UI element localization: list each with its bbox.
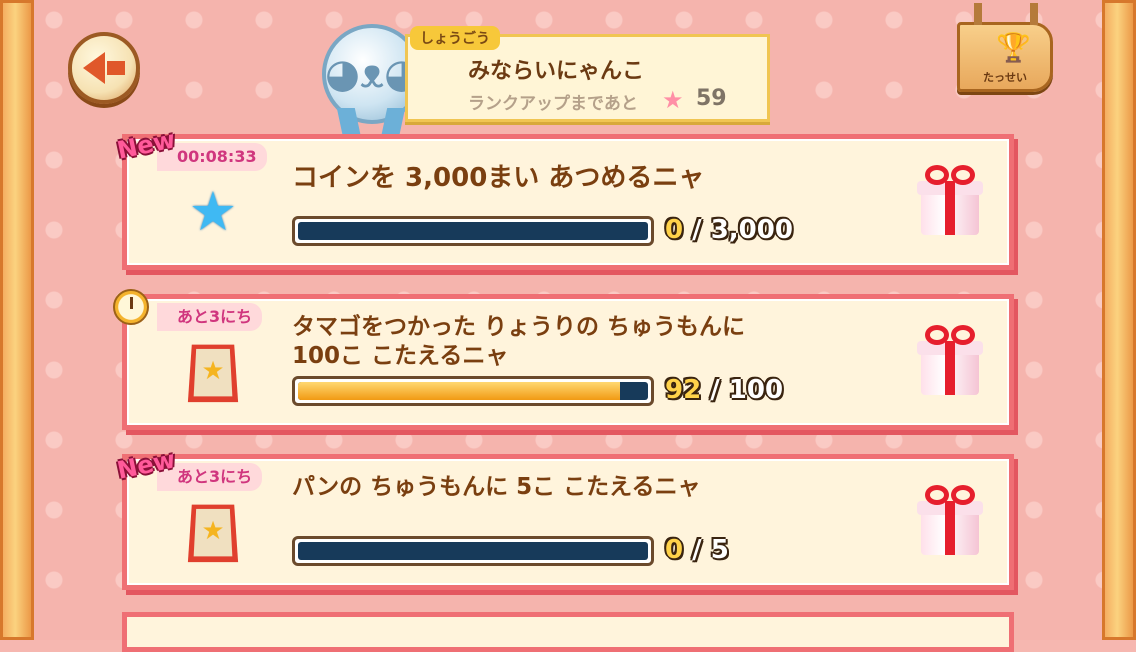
progress-count: 0 / 5: [665, 535, 729, 565]
mission-card[interactable]: あと3にち New ★ パンの ちゅうもんに 5こ こたえるニャ 0 / 5: [115, 445, 1014, 590]
gift-box-icon[interactable]: [917, 485, 983, 557]
progress-count: 92 / 100: [665, 375, 784, 405]
signboard-icon: ★: [177, 497, 249, 565]
wood-frame-left: [0, 0, 34, 640]
back-button[interactable]: [68, 32, 140, 104]
star-icon: ★: [188, 179, 238, 243]
back-arrow-icon: [83, 52, 105, 84]
rank-tag: しょうごう: [410, 26, 500, 50]
gift-box-icon[interactable]: [917, 165, 983, 237]
progress-bar: [292, 216, 654, 246]
achievements-label: たっせい: [983, 71, 1027, 84]
time-remaining-badge: あと3にち: [157, 303, 263, 331]
progress-count: 0 / 3,000: [665, 215, 793, 245]
wood-frame-right: [1102, 0, 1136, 640]
clock-icon: [113, 289, 149, 325]
mission-card[interactable]: あと3にち ★ タマゴをつかった りょうりの ちゅうもんに 100こ こたえるニ…: [113, 289, 1014, 430]
mission-card[interactable]: 00:08:33 New ★ コインを 3,000まい あつめるニャ 0 / 3…: [115, 125, 1014, 270]
progress-bar: [292, 376, 654, 406]
mission-title: パンの ちゅうもんに 5こ こたえるニャ: [292, 474, 701, 500]
rank-up-remaining-count: 59: [696, 86, 727, 111]
progress-bar: [292, 536, 654, 566]
mission-title: タマゴをつかった りょうりの ちゅうもんに 100こ こたえるニャ: [292, 314, 746, 369]
mission-title: コインを 3,000まい あつめるニャ: [292, 163, 705, 193]
achievements-button[interactable]: 🏆 たっせい: [957, 3, 1053, 92]
rank-title: みならいにゃんこ: [468, 59, 645, 84]
trophy-icon: 🏆: [996, 31, 1031, 64]
signboard-icon: ★: [177, 337, 249, 405]
pink-star-icon: ★: [662, 86, 684, 114]
mission-card-partial: [122, 612, 1014, 652]
gift-box-icon[interactable]: [917, 325, 983, 397]
rank-up-remaining-label: ランクアップまであと: [468, 94, 638, 114]
